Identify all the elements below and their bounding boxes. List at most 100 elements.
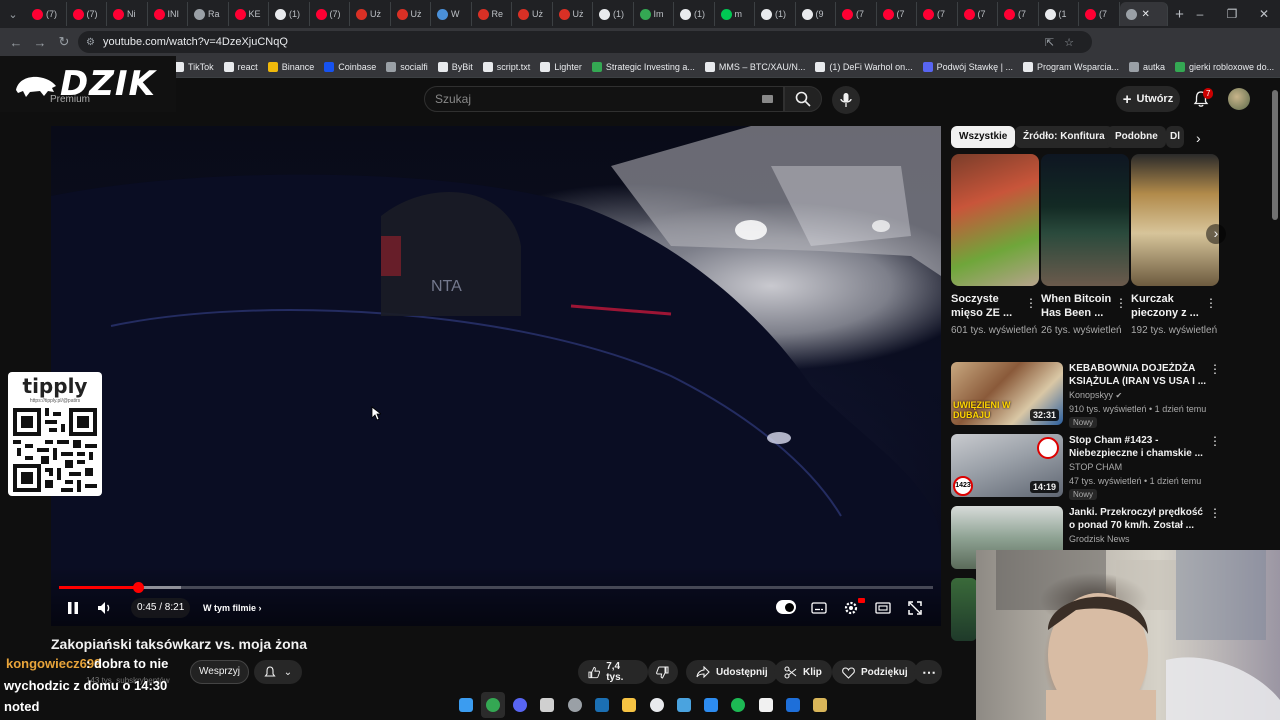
bookmark-item[interactable]: script.txt [482, 61, 530, 72]
clip-button[interactable]: Klip [774, 660, 832, 684]
minimize-button[interactable]: – [1184, 0, 1216, 28]
browser-tab[interactable]: (7 [877, 2, 917, 26]
video-menu-icon[interactable]: ⋮ [1209, 362, 1221, 376]
bookmark-item[interactable]: gierki robloxowe do... [1175, 61, 1274, 72]
app-taskbar-icon[interactable] [809, 692, 832, 718]
shorts-next-button[interactable]: › [1206, 224, 1226, 244]
short-item[interactable]: Soczyste mięso ZE ... 601 tys. wyświetle… [951, 154, 1039, 337]
pause-button[interactable] [63, 598, 83, 618]
maximize-button[interactable]: ❐ [1216, 0, 1248, 28]
chrome-taskbar-icon[interactable] [481, 692, 505, 718]
browser-tab[interactable]: W [431, 2, 472, 26]
channel-name[interactable]: Konopskyy ✔ [1069, 390, 1122, 400]
channel-name[interactable]: Grodzisk News [1069, 534, 1130, 544]
subtitles-button[interactable] [809, 598, 829, 618]
app-taskbar-icon[interactable] [563, 692, 586, 718]
support-button[interactable]: Wesprzyj [190, 660, 249, 684]
voice-search-button[interactable] [832, 86, 860, 114]
close-tab-icon[interactable]: ✕ [1142, 9, 1150, 20]
autoplay-toggle[interactable] [776, 600, 796, 614]
bookmark-item[interactable]: Program Wsparcia... [1022, 61, 1119, 72]
browser-tab[interactable]: Ni [107, 2, 148, 26]
bookmark-item[interactable]: Podwój Stawkę | ... [922, 61, 1013, 72]
dislike-button[interactable] [648, 660, 678, 684]
browser-tab[interactable]: (7) [26, 2, 67, 26]
steam-taskbar-icon[interactable] [590, 692, 613, 718]
browser-tab[interactable]: KE [229, 2, 269, 26]
bookmark-item[interactable]: ByBit [437, 61, 473, 72]
share-button[interactable]: Udostępnij [686, 660, 778, 684]
bookmark-item[interactable]: socialfi [386, 61, 428, 72]
browser-tab[interactable]: (1) [755, 2, 796, 26]
browser-tab[interactable]: Uż [512, 2, 553, 26]
bookmark-item[interactable]: autka [1129, 61, 1165, 72]
browser-tab[interactable]: (7 [1079, 2, 1120, 26]
video-title[interactable]: Janki. Przekroczył prędkość o ponad 70 k… [1069, 506, 1207, 532]
chips-next-button[interactable]: › [1196, 130, 1201, 146]
forward-button[interactable]: → [28, 35, 52, 50]
video-menu-icon[interactable]: ⋮ [1209, 506, 1221, 520]
browser-tab[interactable]: INI [148, 2, 188, 26]
video-title[interactable]: KEBABOWNIA DOJEŻDŻA KSIĄŻULA (IRAN VS US… [1069, 362, 1207, 388]
chip-more[interactable]: Dl [1166, 126, 1184, 148]
channel-name[interactable]: STOP CHAM [1069, 462, 1122, 472]
short-thumbnail[interactable] [1131, 154, 1219, 286]
discord-taskbar-icon[interactable] [509, 692, 532, 718]
site-info-icon[interactable]: ⚙ [86, 37, 95, 48]
browser-tab[interactable]: (1 [1039, 2, 1079, 26]
bookmark-item[interactable]: MMS – BTC/XAU/N... [704, 61, 805, 72]
video-thumbnail[interactable]: 1423 14:19 [951, 434, 1063, 497]
bookmark-item[interactable]: (1) DeFi Warhol on... [815, 61, 913, 72]
account-avatar[interactable] [1228, 88, 1250, 110]
browser-tab[interactable]: Uż [553, 2, 593, 26]
app-taskbar-icon[interactable] [781, 692, 804, 718]
tab-search-button[interactable]: ⌄ [0, 0, 26, 28]
short-menu-icon[interactable]: ⋮ [1115, 296, 1127, 310]
browser-tab[interactable]: (7) [67, 2, 107, 26]
reload-button[interactable]: ↻ [52, 34, 76, 50]
create-button[interactable]: + Utwórz [1116, 86, 1180, 112]
app-taskbar-icon[interactable] [672, 692, 695, 718]
thanks-button[interactable]: Podziękuj [832, 660, 918, 684]
miniplayer-button[interactable] [873, 598, 893, 618]
app-taskbar-icon[interactable] [645, 692, 668, 718]
browser-tab[interactable]: Uż [350, 2, 391, 26]
bookmark-item[interactable]: react [223, 61, 258, 72]
recommended-video[interactable]: 1423 14:19 Stop Cham #1423 - Niebezpiecz… [951, 434, 1231, 500]
explorer-taskbar-icon[interactable] [618, 692, 641, 718]
more-actions-button[interactable]: ⋯ [914, 660, 942, 684]
recommended-video[interactable]: UWIĘZIENI W DUBAJU 32:31 KEBABOWNIA DOJE… [951, 362, 1231, 428]
volume-button[interactable] [95, 598, 115, 618]
chip-related[interactable]: Podobne [1107, 126, 1166, 148]
short-menu-icon[interactable]: ⋮ [1025, 296, 1037, 310]
page-scrollbar[interactable] [1270, 80, 1280, 550]
bookmark-item[interactable]: Strategic Investing a... [591, 61, 695, 72]
browser-tab[interactable]: (7) [310, 2, 350, 26]
short-title[interactable]: When Bitcoin Has Been ... [1041, 292, 1113, 320]
short-item[interactable]: When Bitcoin Has Been ... 26 tys. wyświe… [1041, 154, 1129, 337]
bookmark-item[interactable]: Lighter [540, 61, 582, 72]
browser-tab[interactable]: (1) [269, 2, 310, 26]
browser-tab[interactable]: Re [472, 2, 512, 26]
start-button[interactable] [454, 692, 477, 718]
browser-tab[interactable]: (7 [998, 2, 1039, 26]
browser-tab[interactable]: Uż [391, 2, 431, 26]
search-input[interactable]: Szukaj [424, 86, 784, 112]
video-menu-icon[interactable]: ⋮ [1209, 434, 1221, 448]
bookmark-item[interactable]: TikTok [174, 61, 214, 72]
browser-tab[interactable]: (1) [593, 2, 634, 26]
browser-tab[interactable]: Ra [188, 2, 229, 26]
scrubber-handle[interactable] [132, 582, 144, 593]
browser-tab[interactable]: (1) [674, 2, 715, 26]
browser-tab[interactable]: (9 [796, 2, 836, 26]
short-item[interactable]: Kurczak pieczony z ... 192 tys. wyświetl… [1131, 154, 1219, 337]
bookmark-item[interactable]: Binance [267, 61, 314, 72]
short-menu-icon[interactable]: ⋮ [1205, 296, 1217, 310]
short-title[interactable]: Kurczak pieczony z ... [1131, 292, 1203, 320]
address-bar[interactable]: ⚙ youtube.com/watch?v=4DzeXjuCNqQ ⇱☆ [78, 31, 1092, 53]
short-thumbnail[interactable] [951, 154, 1039, 286]
keyboard-icon[interactable] [762, 95, 773, 103]
browser-tab[interactable]: (7 [917, 2, 958, 26]
browser-tab[interactable]: (7 [958, 2, 998, 26]
video-player[interactable]: NTA 0:45 / 8:21 W tym filmie › [51, 126, 941, 626]
